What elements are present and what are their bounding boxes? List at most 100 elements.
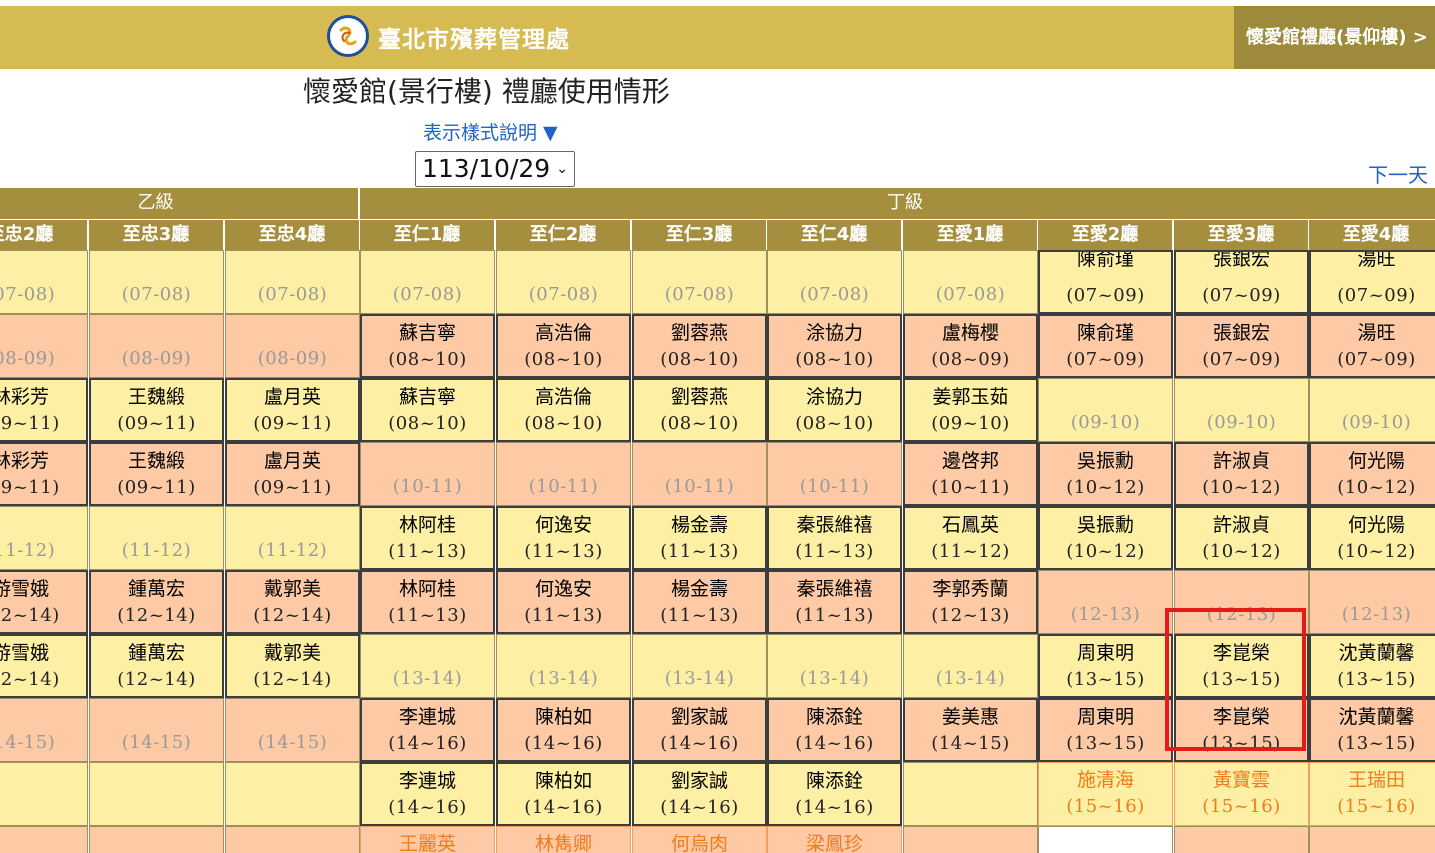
- booking-cell[interactable]: 劉蓉燕 (08~10): [632, 314, 767, 378]
- available-slot-cell[interactable]: (12-13): [1038, 570, 1173, 634]
- available-slot-cell[interactable]: (07-08): [632, 250, 767, 314]
- booking-cell[interactable]: 梁鳳珍: [767, 826, 902, 853]
- booking-cell[interactable]: 高浩倫 (08~10): [496, 314, 631, 378]
- available-slot-cell[interactable]: (09-10): [1174, 378, 1309, 442]
- available-slot-cell[interactable]: (07-08): [225, 250, 360, 314]
- available-slot-cell[interactable]: (13-14): [496, 634, 631, 698]
- booking-cell[interactable]: 高浩倫 (08~10): [496, 378, 631, 442]
- available-slot-cell[interactable]: (09-10): [1038, 378, 1173, 442]
- booking-cell[interactable]: 涂協力 (08~10): [767, 378, 902, 442]
- booking-cell[interactable]: 游雪娥 (12~14): [0, 634, 88, 698]
- booking-cell[interactable]: 王魏緞 (09~11): [89, 378, 224, 442]
- booking-cell[interactable]: 盧月英 (09~11): [225, 378, 360, 442]
- legend-toggle-link[interactable]: 表示樣式說明 ▼: [423, 118, 558, 145]
- booking-cell[interactable]: 王瑞田 (15~16): [1309, 762, 1435, 826]
- booking-cell[interactable]: 鍾萬宏 (12~14): [89, 634, 224, 698]
- booking-cell[interactable]: 黃寶雲 (15~16): [1174, 762, 1309, 826]
- available-slot-cell[interactable]: [1038, 826, 1173, 853]
- booking-cell[interactable]: 林雋卿: [496, 826, 631, 853]
- booking-cell[interactable]: 許淑貞 (10~12): [1174, 442, 1309, 506]
- booking-cell[interactable]: 陳柏如 (14~16): [496, 762, 631, 826]
- booking-cell[interactable]: 盧月英 (09~11): [225, 442, 360, 506]
- booking-cell[interactable]: 姜郭玉茹 (09~10): [903, 378, 1038, 442]
- available-slot-cell[interactable]: (08-09): [225, 314, 360, 378]
- booking-cell[interactable]: 吳振勳 (10~12): [1038, 442, 1173, 506]
- booking-cell[interactable]: 秦張維禧 (11~13): [767, 570, 902, 634]
- available-slot-cell[interactable]: (08-09): [0, 314, 88, 378]
- available-slot-cell[interactable]: (10-11): [360, 442, 495, 506]
- booking-cell[interactable]: 劉家誠 (14~16): [632, 698, 767, 762]
- available-slot-cell[interactable]: [225, 826, 360, 853]
- available-slot-cell[interactable]: [903, 762, 1038, 826]
- booking-cell[interactable]: 林彩芳 (09~11): [0, 442, 88, 506]
- booking-cell[interactable]: 何光陽 (10~12): [1309, 506, 1435, 570]
- available-slot-cell[interactable]: (14-15): [225, 698, 360, 762]
- booking-cell[interactable]: 何烏肉: [632, 826, 767, 853]
- available-slot-cell[interactable]: (14-15): [0, 698, 88, 762]
- booking-cell[interactable]: 石鳳英 (11~12): [903, 506, 1038, 570]
- available-slot-cell[interactable]: [89, 762, 224, 826]
- available-slot-cell[interactable]: (08-09): [89, 314, 224, 378]
- booking-cell[interactable]: 秦張維禧 (11~13): [767, 506, 902, 570]
- booking-cell[interactable]: 沈黃蘭馨 (13~15): [1309, 634, 1435, 698]
- available-slot-cell[interactable]: (07-08): [903, 250, 1038, 314]
- booking-cell[interactable]: 周東明 (13~15): [1038, 698, 1173, 762]
- available-slot-cell[interactable]: (14-15): [89, 698, 224, 762]
- booking-cell[interactable]: 李崑榮 (13~15): [1174, 698, 1309, 762]
- nav-link-jingyang-building[interactable]: 懷愛館禮廳(景仰樓) >: [1234, 6, 1435, 69]
- available-slot-cell[interactable]: (07-08): [89, 250, 224, 314]
- available-slot-cell[interactable]: (13-14): [360, 634, 495, 698]
- booking-cell[interactable]: 李連城 (14~16): [360, 762, 495, 826]
- available-slot-cell[interactable]: [1174, 826, 1309, 853]
- available-slot-cell[interactable]: [903, 826, 1038, 853]
- next-day-link[interactable]: 下一天: [1368, 159, 1428, 188]
- booking-cell[interactable]: 王魏緞 (09~11): [89, 442, 224, 506]
- available-slot-cell[interactable]: (12-13): [1309, 570, 1435, 634]
- booking-cell[interactable]: 盧梅櫻 (08~09): [903, 314, 1038, 378]
- booking-cell[interactable]: 戴郭美 (12~14): [225, 570, 360, 634]
- booking-cell[interactable]: 林阿桂 (11~13): [360, 570, 495, 634]
- available-slot-cell[interactable]: (07-08): [0, 250, 88, 314]
- available-slot-cell[interactable]: (10-11): [767, 442, 902, 506]
- booking-cell[interactable]: 涂協力 (08~10): [767, 314, 902, 378]
- booking-cell[interactable]: 何光陽 (10~12): [1309, 442, 1435, 506]
- booking-cell[interactable]: 李連城 (14~16): [360, 698, 495, 762]
- available-slot-cell[interactable]: [89, 826, 224, 853]
- booking-cell[interactable]: 游雪娥 (12~14): [0, 570, 88, 634]
- available-slot-cell[interactable]: (11-12): [0, 506, 88, 570]
- booking-cell[interactable]: 周東明 (13~15): [1038, 634, 1173, 698]
- booking-cell[interactable]: 林阿桂 (11~13): [360, 506, 495, 570]
- booking-cell[interactable]: 陳添銓 (14~16): [767, 698, 902, 762]
- booking-cell[interactable]: 張銀宏 (07~09): [1174, 250, 1309, 314]
- booking-cell[interactable]: 鍾萬宏 (12~14): [89, 570, 224, 634]
- booking-cell[interactable]: 戴郭美 (12~14): [225, 634, 360, 698]
- booking-cell[interactable]: 王麗英: [360, 826, 495, 853]
- booking-cell[interactable]: 沈黃蘭馨 (13~15): [1309, 698, 1435, 762]
- booking-cell[interactable]: 何逸安 (11~13): [496, 570, 631, 634]
- available-slot-cell[interactable]: (11-12): [225, 506, 360, 570]
- booking-cell[interactable]: 蘇吉寧 (08~10): [360, 378, 495, 442]
- booking-cell[interactable]: 陳添銓 (14~16): [767, 762, 902, 826]
- available-slot-cell[interactable]: [0, 762, 88, 826]
- org-name[interactable]: 臺北市殯葬管理處: [378, 20, 570, 54]
- booking-cell[interactable]: 姜美惠 (14~15): [903, 698, 1038, 762]
- booking-cell[interactable]: 陳俞瑾 (07~09): [1038, 250, 1173, 314]
- booking-cell[interactable]: 蘇吉寧 (08~10): [360, 314, 495, 378]
- available-slot-cell[interactable]: (10-11): [496, 442, 631, 506]
- available-slot-cell[interactable]: (10-11): [632, 442, 767, 506]
- org-logo-icon[interactable]: [327, 15, 369, 57]
- booking-cell[interactable]: 張銀宏 (07~09): [1174, 314, 1309, 378]
- available-slot-cell[interactable]: (13-14): [632, 634, 767, 698]
- booking-cell[interactable]: 陳俞瑾 (07~09): [1038, 314, 1173, 378]
- available-slot-cell[interactable]: [1309, 826, 1435, 853]
- available-slot-cell[interactable]: (11-12): [89, 506, 224, 570]
- booking-cell[interactable]: 施清海 (15~16): [1038, 762, 1173, 826]
- booking-cell[interactable]: 何逸安 (11~13): [496, 506, 631, 570]
- booking-cell[interactable]: 吳振勳 (10~12): [1038, 506, 1173, 570]
- booking-cell[interactable]: 李崑榮 (13~15): [1174, 634, 1309, 698]
- available-slot-cell[interactable]: (07-08): [496, 250, 631, 314]
- date-select[interactable]: 113/10/29 ⌄: [415, 151, 575, 187]
- available-slot-cell[interactable]: (13-14): [903, 634, 1038, 698]
- available-slot-cell[interactable]: (07-08): [767, 250, 902, 314]
- available-slot-cell[interactable]: [225, 762, 360, 826]
